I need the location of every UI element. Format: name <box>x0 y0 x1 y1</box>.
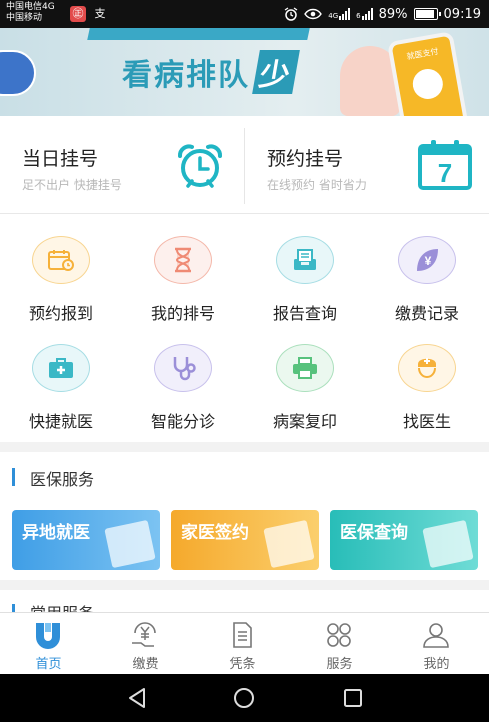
nurse-cap-icon <box>398 344 456 392</box>
profile-icon <box>423 623 449 648</box>
service-grid: 预约报到 我的排号 报告查询 ¥ 缴费记录 快捷就医 智能分诊 病案复印 找医生 <box>0 214 489 442</box>
svg-text:¥: ¥ <box>425 254 432 268</box>
alipay-notification-icon: 支 <box>94 7 106 20</box>
service-record-copy[interactable]: 病案复印 <box>244 322 366 431</box>
remote-medical-card[interactable]: 异地就医 <box>12 510 160 570</box>
signal-1-icon: 4G <box>328 8 351 20</box>
service-quick-visit[interactable]: 快捷就医 <box>0 322 122 431</box>
yen-leaf-icon: ¥ <box>398 236 456 284</box>
card-label: 家医签约 <box>181 523 249 543</box>
banner-badge: 少 <box>252 50 300 94</box>
service-label: 我的排号 <box>150 304 215 323</box>
banner-top-band <box>87 28 313 40</box>
battery-percent: 89% <box>378 6 408 22</box>
alarm-clock-icon <box>178 144 222 188</box>
home-j-icon <box>36 623 60 649</box>
service-label: 报告查询 <box>272 304 337 323</box>
bottom-tab-bar: 首页 缴费 凭条 服务 我的 <box>0 612 489 674</box>
tab-label: 缴费 <box>132 657 159 672</box>
service-payment-records[interactable]: ¥ 缴费记录 <box>366 214 488 323</box>
carrier-info: 中国电信4G 中国移动 <box>6 2 55 24</box>
phone-title: 就医支付 <box>405 46 440 62</box>
service-label: 找医生 <box>402 412 451 431</box>
insurance-query-card[interactable]: 医保查询 <box>330 510 478 570</box>
medical-kit-icon <box>32 344 90 392</box>
service-smart-triage[interactable]: 智能分诊 <box>122 322 244 431</box>
yen-payment-icon <box>132 622 156 647</box>
tab-home[interactable]: 首页 <box>0 613 97 675</box>
tab-payment[interactable]: 缴费 <box>97 613 194 675</box>
insurance-section: 医保服务 异地就医 家医签约 医保查询 <box>0 452 489 580</box>
registration-section: 当日挂号 足不出户 快捷挂号 预约挂号 在线预约 省时省力 7 <box>0 116 489 214</box>
hourglass-icon <box>154 236 212 284</box>
appointment-subtitle: 在线预约 省时省力 <box>267 178 367 192</box>
stethoscope-icon <box>154 344 212 392</box>
app-notification-icon: ㊣ <box>70 6 86 22</box>
service-find-doctor[interactable]: 找医生 <box>366 322 488 431</box>
appointment-registration-card[interactable]: 预约挂号 在线预约 省时省力 7 <box>245 116 489 214</box>
appointment-title: 预约挂号 <box>267 148 344 170</box>
tab-label: 首页 <box>35 657 62 672</box>
clock-time: 09:19 <box>443 6 481 22</box>
eye-comfort-icon <box>304 8 323 20</box>
system-nav-bar <box>0 674 489 722</box>
carrier-1: 中国电信4G <box>6 2 55 12</box>
contract-icon <box>263 519 315 569</box>
carrier-2: 中国移动 <box>6 13 43 23</box>
card-label: 医保查询 <box>340 523 408 543</box>
phone-coin-icon <box>410 66 446 102</box>
same-day-registration-card[interactable]: 当日挂号 足不出户 快捷挂号 <box>0 116 244 214</box>
status-icons: 4G 6 89% 09:19 <box>284 5 481 23</box>
book-icon <box>104 519 156 569</box>
status-bar: 中国电信4G 中国移动 ㊣ 支 4G 6 89% 09:19 <box>0 0 489 28</box>
service-label: 预约报到 <box>28 304 93 323</box>
same-day-title: 当日挂号 <box>22 148 99 170</box>
service-checkin[interactable]: 预约报到 <box>0 214 122 323</box>
banner-text: 看病排队 <box>122 58 250 93</box>
calendar-day: 7 <box>438 158 452 188</box>
banner-headline: 看病排队少 <box>122 50 300 94</box>
same-day-subtitle: 足不出户 快捷挂号 <box>22 178 122 192</box>
service-my-queue[interactable]: 我的排号 <box>122 214 244 323</box>
card-label: 异地就医 <box>22 523 90 543</box>
insurance-title: 医保服务 <box>30 470 95 489</box>
tab-label: 我的 <box>423 657 450 672</box>
magnifier-card-icon <box>422 519 474 569</box>
receipt-icon <box>233 622 252 648</box>
banner-phone-illustration: 就医支付 <box>386 31 470 116</box>
service-label: 智能分诊 <box>150 412 215 431</box>
tab-services[interactable]: 服务 <box>291 613 388 675</box>
service-report-query[interactable]: 报告查询 <box>244 214 366 323</box>
tab-label: 凭条 <box>229 657 256 672</box>
family-doctor-card[interactable]: 家医签约 <box>171 510 319 570</box>
battery-icon <box>413 8 441 20</box>
tab-label: 服务 <box>326 657 353 672</box>
service-label: 快捷就医 <box>28 412 93 431</box>
section-accent <box>12 468 15 486</box>
tab-mine[interactable]: 我的 <box>388 613 485 675</box>
promo-banner[interactable]: 看病排队少 就医支付 <box>0 28 489 116</box>
grid-services-icon <box>327 623 351 647</box>
signal-2-icon: 6 <box>356 8 373 20</box>
back-icon[interactable] <box>125 686 149 710</box>
recents-icon[interactable] <box>341 686 365 710</box>
alarm-icon <box>284 7 298 21</box>
banner-decoration <box>0 50 36 96</box>
printer-icon <box>276 344 334 392</box>
report-tray-icon <box>276 236 334 284</box>
tab-receipt[interactable]: 凭条 <box>194 613 291 675</box>
calendar-checkin-icon <box>32 236 90 284</box>
calendar-icon: 7 <box>418 140 472 190</box>
home-circle-icon[interactable] <box>232 686 256 710</box>
service-label: 缴费记录 <box>394 304 459 323</box>
service-label: 病案复印 <box>272 412 337 431</box>
